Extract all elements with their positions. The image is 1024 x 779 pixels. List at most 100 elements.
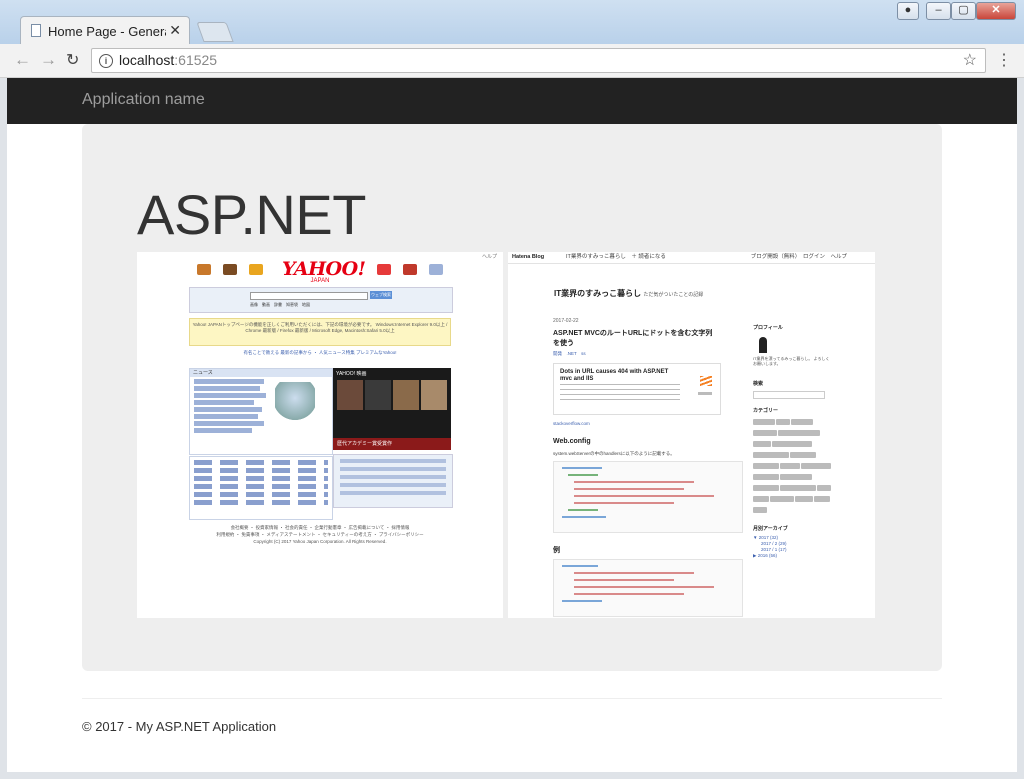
page-viewport: Application name ASP.NET ヘルプ YAHOO! JAPA… [7, 78, 1017, 772]
news-line [194, 421, 264, 426]
category-tag [801, 463, 831, 469]
category-tag [753, 419, 775, 425]
category-tag [780, 485, 816, 491]
yahoo-login-panel [333, 454, 453, 508]
hatena-embed-card: Dots in URL causes 404 with ASP.NET mvc … [553, 363, 721, 415]
ad-photo [421, 380, 447, 410]
hatena-blog-title-text: IT業界のすみっこ暮らし [554, 289, 642, 298]
code-line [568, 474, 598, 476]
code-line [574, 593, 684, 595]
login-line [340, 475, 446, 479]
yahoo-japan-screenshot: ヘルプ YAHOO! JAPAN ウェブ検索 画像 動画 辞書 知恵袋 地図 Y… [137, 252, 503, 618]
category-tag [790, 452, 816, 458]
yahoo-footer-line: 利用規約 ・ 免責事項 ・ メディアステートメント ・ セキュリティーの考え方 … [216, 532, 424, 537]
page-favicon-icon [31, 24, 41, 37]
profile-avatar [759, 337, 767, 353]
hatena-section-text: system.webServerの中のhandlersに以下のように記載する。 [553, 451, 675, 456]
address-bar[interactable]: i localhost:61525 ☆ [91, 48, 986, 73]
url-host: localhost [119, 52, 175, 68]
yahoo-movie-ad: YAHOO! 映画 歴代アカデミー賞受賞作 [333, 368, 451, 450]
minimize-button[interactable]: – [926, 2, 951, 20]
gift-icon [377, 264, 391, 275]
stackoverflow-icon [698, 374, 712, 395]
page-footer: © 2017 - My ASP.NET Application [82, 719, 277, 734]
hatena-section-title: Web.config [553, 438, 591, 445]
yahoo-news-photo [275, 382, 315, 422]
reload-icon[interactable]: ↻ [66, 50, 79, 70]
tab-close-icon[interactable]: ✕ [169, 22, 181, 39]
category-tag [753, 452, 789, 458]
archive-list: ▼ 2017 (32) 2017 / 2 (29) 2017 / 1 (17) … [753, 535, 833, 559]
yahoo-logo-text: YAHOO! [282, 258, 366, 280]
yahoo-logo: YAHOO! JAPAN [282, 258, 366, 285]
category-tag [753, 463, 779, 469]
hatena-example-title: 例 [553, 547, 560, 554]
hatena-bar-right: ブログ開設（無料） ログイン ヘルプ [750, 254, 847, 260]
category-header: カテゴリー [753, 408, 779, 414]
category-row [194, 476, 328, 481]
browser-tab[interactable]: Home Page - Generated ✕ [20, 16, 190, 44]
yahoo-ad-header: YAHOO! 映画 [336, 371, 367, 377]
user-profile-icon[interactable]: ● [897, 2, 919, 20]
category-row [194, 492, 328, 497]
code-line [562, 516, 606, 518]
browser-menu-icon[interactable]: ⋮ [996, 50, 1012, 70]
category-tag [753, 496, 769, 502]
login-line [340, 483, 446, 487]
ad-photo [393, 380, 419, 410]
site-info-icon[interactable]: i [99, 54, 113, 68]
hatena-article: 2017-02-22 ASP.NET MVCのルートURLにドットを含む文字列を… [553, 318, 743, 617]
yahoo-browser-notice: Yahoo! JAPANトップページの機能を正しくご利用いただくには、下記の環境… [189, 318, 451, 346]
back-arrow-icon[interactable]: ← [14, 50, 31, 70]
yahoo-footer: 会社概要 ・ 投資家情報 ・ 社会的責任 ・ 企業行動憲章 ・ 広告掲載について… [189, 524, 451, 545]
tab-title: Home Page - Generated [48, 24, 166, 39]
close-window-button[interactable]: ✕ [976, 2, 1016, 20]
code-line [574, 572, 694, 574]
category-tag [753, 474, 779, 480]
yahoo-search-area: ウェブ検索 画像 動画 辞書 知恵袋 地図 [189, 287, 453, 313]
embed-card-title: Dots in URL causes 404 with ASP.NET mvc … [560, 369, 669, 382]
hatena-code-block [553, 559, 743, 617]
category-tag [780, 474, 812, 480]
login-line [340, 491, 446, 495]
maximize-button[interactable]: ▢ [951, 2, 976, 20]
category-tag [772, 441, 812, 447]
category-tag [814, 496, 830, 502]
login-line [340, 467, 446, 471]
category-tags [753, 418, 833, 517]
yahoo-footer-line: 会社概要 ・ 投資家情報 ・ 社会的責任 ・ 企業行動憲章 ・ 広告掲載について… [230, 525, 410, 530]
category-tag [776, 419, 790, 425]
yahoo-search-box [250, 292, 368, 300]
archive-item: ▶ 2016 (56) [753, 553, 777, 558]
hatena-code-block [553, 461, 743, 533]
news-line [194, 379, 264, 384]
profile-header: プロフィール [753, 325, 783, 331]
news-line [194, 386, 260, 391]
screenshot-pair: ヘルプ YAHOO! JAPAN ウェブ検索 画像 動画 辞書 知恵袋 地図 Y… [137, 252, 875, 618]
yahoo-footer-copyright: Copyright (C) 2017 Yahoo Japan Corporati… [253, 539, 387, 544]
code-line [574, 579, 674, 581]
yahoo-ad-bar: 歴代アカデミー賞受賞作 [333, 438, 451, 450]
jumbotron: ASP.NET ヘルプ YAHOO! JAPAN ウェブ検索 画像 動画 辞書 [82, 124, 942, 671]
category-tag [753, 485, 779, 491]
hatena-bar-middle: IT業界のすみっこ暮らし ＋ 読者になる [566, 254, 666, 260]
category-tag [795, 496, 813, 502]
yahoo-links: 有名ことで教える 最新の記事から ・ 人気ニュース特集 プレミアムなYahoo! [243, 350, 397, 355]
sidebar-search-box [753, 391, 825, 399]
page-title: ASP.NET [137, 183, 366, 246]
category-row [194, 484, 328, 489]
bookmark-star-icon[interactable]: ☆ [963, 50, 977, 70]
forward-arrow-icon[interactable]: → [40, 50, 57, 70]
footer-divider [82, 698, 942, 699]
hatena-blog-screenshot: Hatena Blog IT業界のすみっこ暮らし ＋ 読者になる ブログ開設（無… [508, 252, 875, 618]
app-brand-link[interactable]: Application name [82, 91, 205, 109]
news-line [194, 400, 254, 405]
hatena-topbar: Hatena Blog IT業界のすみっこ暮らし ＋ 読者になる ブログ開設（無… [508, 252, 875, 264]
category-tag [770, 496, 794, 502]
new-tab-button[interactable] [196, 22, 234, 42]
yahoo-category-list [189, 456, 333, 520]
mail-icon [429, 264, 443, 275]
category-tag [753, 441, 771, 447]
shopping-icon [197, 264, 211, 275]
embed-card-description [560, 384, 680, 402]
